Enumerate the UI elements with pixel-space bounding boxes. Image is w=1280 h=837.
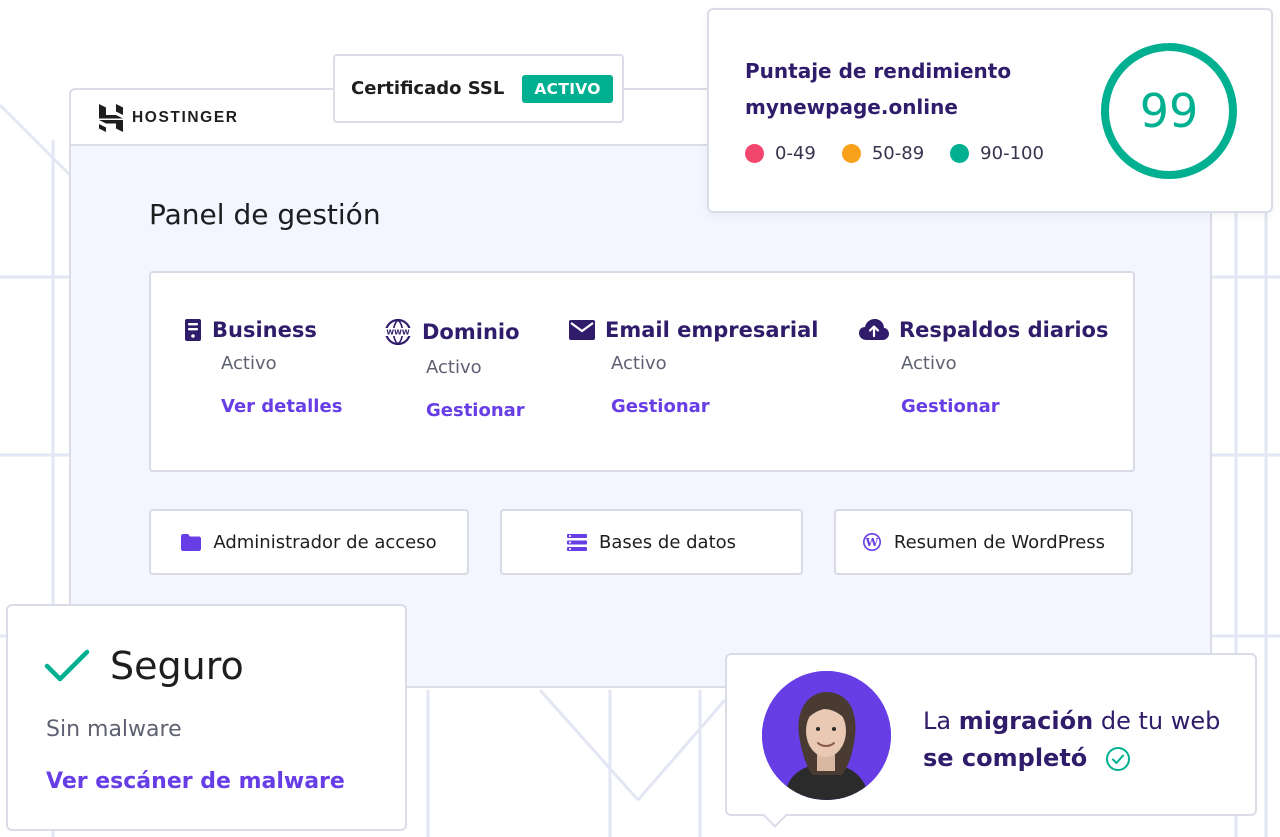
service-name: Dominio [422,320,520,344]
security-status-title: Seguro [110,644,244,688]
page-title: Panel de gestión [149,198,381,231]
www-globe-icon: WWW [384,318,412,346]
migration-text-suffix: de tu web [1093,707,1221,735]
service-business: Business Activo Ver detalles [184,318,342,417]
avatar [762,671,891,800]
service-status: Activo [426,357,482,378]
performance-domain: mynewpage.online [745,95,958,119]
performance-title: Puntaje de rendimiento [745,59,1012,83]
service-name: Email empresarial [605,318,819,342]
performance-score: 99 [1140,84,1199,138]
migration-text-line2: se completó [923,744,1088,772]
svg-text:W: W [864,535,879,549]
services-card: Business Activo Ver detalles WWW Dominio… [149,271,1135,472]
legend-label: 50-89 [871,143,925,164]
security-card: Seguro Sin malware Ver escáner de malwar… [6,604,407,831]
cloud-upload-icon [859,319,889,340]
legend-dot-high [950,144,970,163]
wordpress-icon: W [862,533,881,551]
service-link-email[interactable]: Gestionar [569,396,818,417]
migration-text-bold: migración [958,707,1094,735]
service-name: Respaldos diarios [899,318,1109,342]
migration-card: La migración de tu web se completó [725,653,1257,828]
server-icon [185,319,201,341]
service-status: Activo [901,353,957,374]
security-subtitle: Sin malware [46,717,182,742]
performance-card: Puntaje de rendimiento mynewpage.online … [707,8,1273,213]
check-circle-icon [1106,747,1131,771]
envelope-icon [569,320,595,340]
migration-text-prefix: La [923,707,959,735]
service-status: Activo [611,353,667,374]
database-list-icon [566,533,587,551]
brand-name: HOSTINGER [132,109,239,126]
migration-message: La migración de tu web se completó [923,703,1220,777]
wordpress-overview-label: Resumen de WordPress [893,531,1106,553]
legend-label: 90-100 [980,143,1044,164]
hostinger-logo[interactable]: HOSTINGER [99,104,239,132]
checkmark-icon [44,649,90,682]
legend-item-mid: 50-89 [841,143,925,164]
malware-scanner-link[interactable]: Ver escáner de malware [46,769,345,794]
performance-score-gauge: 99 [1101,43,1237,179]
service-link-business[interactable]: Ver detalles [184,396,342,417]
legend-label: 0-49 [775,143,816,164]
person-photo [762,671,891,800]
service-domain: WWW Dominio Activo Gestionar [384,318,525,421]
service-link-domain[interactable]: Gestionar [384,400,525,421]
svg-text:WWW: WWW [386,329,409,337]
legend-item-high: 90-100 [950,143,1044,164]
service-backups: Respaldos diarios Activo Gestionar [859,318,1108,417]
wordpress-overview-button[interactable]: W Resumen de WordPress [834,509,1133,575]
service-email: Email empresarial Activo Gestionar [569,318,818,417]
legend-dot-mid [841,144,861,163]
migration-line-2: se completó [923,740,1220,777]
ssl-status-badge: ACTIVO [522,74,613,103]
hostinger-logo-icon [99,104,123,132]
legend-dot-low [745,144,764,163]
access-manager-button[interactable]: Administrador de acceso [149,509,469,575]
service-link-backups[interactable]: Gestionar [859,396,1108,417]
databases-button[interactable]: Bases de datos [500,509,803,575]
legend-item-low: 0-49 [745,143,816,164]
migration-line-1: La migración de tu web [923,703,1220,740]
folder-icon [181,533,202,551]
service-name: Business [212,318,317,342]
databases-label: Bases de datos [598,531,737,553]
access-manager-label: Administrador de acceso [213,531,437,553]
ssl-card: Certificado SSL ACTIVO [333,54,624,123]
service-status: Activo [221,353,277,374]
score-legend: 0-49 50-89 90-100 [745,143,1070,164]
ssl-label: Certificado SSL [351,78,505,99]
